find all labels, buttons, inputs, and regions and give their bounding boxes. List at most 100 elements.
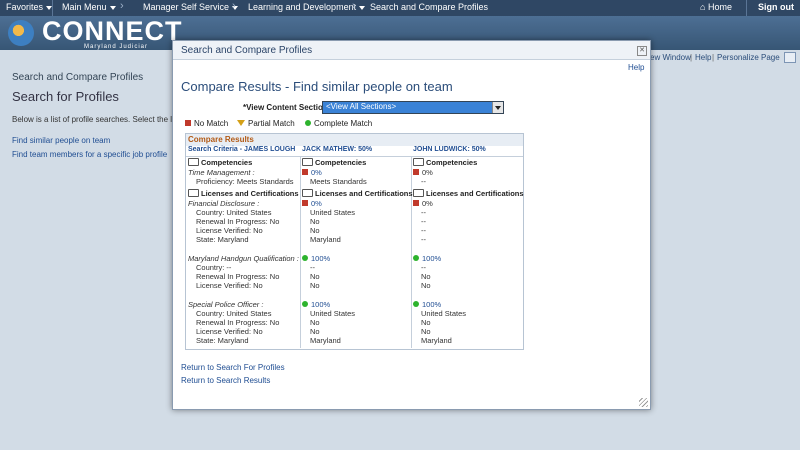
licenses-heading[interactable]: Licenses and Certifications xyxy=(302,189,413,198)
chevron-down-icon xyxy=(109,5,116,10)
view-section-select[interactable]: <View All Sections> xyxy=(322,101,504,114)
table-title-text: Compare Results xyxy=(188,135,254,144)
detail-value: Maryland xyxy=(310,336,341,345)
column-divider xyxy=(300,156,301,348)
detail-value: -- xyxy=(421,226,426,235)
detail-value: No xyxy=(421,272,431,281)
detail-value: License Verified: No xyxy=(196,281,263,290)
complete-match-icon xyxy=(302,255,308,261)
manager-self-service-label: Manager Self Service xyxy=(143,2,230,12)
detail-value: No xyxy=(310,281,320,290)
table-title: Compare Results xyxy=(186,134,523,146)
match-result[interactable]: 0% xyxy=(413,168,433,177)
licenses-heading[interactable]: Licenses and Certifications xyxy=(188,189,299,198)
legend-label: Partial Match xyxy=(248,119,295,128)
resize-handle[interactable] xyxy=(639,398,648,407)
detail-value: State: Maryland xyxy=(196,235,249,244)
column-divider xyxy=(411,156,412,348)
folder-icon xyxy=(302,158,313,166)
connect-logo-icon xyxy=(8,20,34,46)
no-match-icon xyxy=(413,200,419,206)
view-section-value: <View All Sections> xyxy=(326,102,397,111)
competencies-heading[interactable]: Competencies xyxy=(413,158,477,167)
match-result[interactable]: 100% xyxy=(302,254,330,263)
complete-match-icon xyxy=(305,120,311,126)
partial-match-icon xyxy=(237,120,245,126)
detail-value: -- xyxy=(310,263,315,272)
detail-value: No xyxy=(421,281,431,290)
match-result[interactable]: 100% xyxy=(302,300,330,309)
home-link[interactable]: ⌂ Home xyxy=(700,2,732,12)
new-window-link[interactable]: ew Window xyxy=(650,53,691,62)
detail-value: Country: United States xyxy=(196,309,272,318)
competencies-heading[interactable]: Competencies xyxy=(302,158,366,167)
section-label: Competencies xyxy=(315,158,367,167)
column-header[interactable]: JOHN LUDWICK: 50% xyxy=(413,146,486,156)
modal-help-link[interactable]: Help xyxy=(628,63,644,72)
competencies-heading[interactable]: Competencies xyxy=(188,158,252,167)
brand-title: CONNECT xyxy=(42,16,183,46)
detail-value: No xyxy=(310,272,320,281)
detail-value: Country: United States xyxy=(196,208,272,217)
favorites-label: Favorites xyxy=(6,2,44,12)
detail-value: United States xyxy=(421,309,467,318)
chevron-down-icon xyxy=(359,5,366,10)
detail-value: No xyxy=(421,318,431,327)
nav-divider xyxy=(746,0,747,16)
personalize-page-link[interactable]: Personalize Page xyxy=(717,53,780,62)
match-result[interactable]: 0% xyxy=(302,199,322,208)
folder-icon xyxy=(188,158,199,166)
detail-value: State: Maryland xyxy=(196,336,249,345)
chevron-down-icon[interactable] xyxy=(492,102,503,113)
page-options-icon[interactable] xyxy=(784,52,796,63)
folder-icon xyxy=(413,189,424,197)
match-percent: 100% xyxy=(422,300,442,309)
breadcrumb-current: Search and Compare Profiles xyxy=(370,2,489,12)
match-result[interactable]: 100% xyxy=(413,254,441,263)
match-result[interactable]: 100% xyxy=(413,300,441,309)
detail-value: -- xyxy=(421,263,426,272)
detail-value: -- xyxy=(421,177,426,186)
util-divider: | xyxy=(712,53,715,62)
criteria-item: Maryland Handgun Qualification : xyxy=(188,254,299,263)
licenses-heading[interactable]: Licenses and Certifications xyxy=(413,189,524,198)
detail-value: Proficiency: Meets Standards xyxy=(196,177,294,186)
main-menu[interactable]: Main Menu xyxy=(62,2,116,12)
no-match-icon xyxy=(413,169,419,175)
compare-modal: Search and Compare Profiles ✕ Help Compa… xyxy=(172,40,651,410)
return-results-link[interactable]: Return to Search Results xyxy=(181,376,270,385)
learning-menu[interactable]: Learning and Development xyxy=(248,2,366,12)
match-result[interactable]: 0% xyxy=(413,199,433,208)
top-nav-bar: Favorites Main Menu › Manager Self Servi… xyxy=(0,0,800,16)
util-divider: | xyxy=(690,53,693,62)
home-icon: ⌂ xyxy=(700,2,706,12)
find-similar-people-link[interactable]: Find similar people on team xyxy=(12,136,110,145)
sign-out-link[interactable]: Sign out xyxy=(758,2,794,12)
complete-match-icon xyxy=(413,301,419,307)
legend-label: Complete Match xyxy=(314,119,373,128)
close-icon[interactable]: ✕ xyxy=(637,46,647,56)
legend-partial: Partial Match xyxy=(237,119,295,128)
detail-value: No xyxy=(310,217,320,226)
detail-value: No xyxy=(421,327,431,336)
column-header[interactable]: JACK MATHEW: 50% xyxy=(302,146,372,156)
match-result[interactable]: 0% xyxy=(302,168,322,177)
column-header[interactable]: Search Criteria - JAMES LOUGH xyxy=(188,146,295,156)
manager-self-service-menu[interactable]: Manager Self Service xyxy=(143,2,239,12)
detail-value: Renewal In Progress: No xyxy=(196,318,280,327)
favorites-menu[interactable]: Favorites xyxy=(6,2,53,12)
help-link[interactable]: Help xyxy=(695,53,711,62)
compare-results-table: Compare Results Search Criteria - JAMES … xyxy=(185,133,524,350)
match-percent: 0% xyxy=(422,199,433,208)
modal-header: Search and Compare Profiles ✕ xyxy=(173,41,650,60)
modal-title: Search and Compare Profiles xyxy=(181,45,313,56)
criteria-item: Financial Disclosure : xyxy=(188,199,260,208)
folder-icon xyxy=(302,189,313,197)
find-team-members-link[interactable]: Find team members for a specific job pro… xyxy=(12,150,167,159)
return-search-link[interactable]: Return to Search For Profiles xyxy=(181,363,285,372)
section-label: Licenses and Certifications xyxy=(315,189,413,198)
page-title: Search for Profiles xyxy=(12,89,119,104)
table-divider xyxy=(186,156,523,157)
breadcrumb-separator-icon: › xyxy=(232,0,236,12)
home-label: Home xyxy=(707,2,732,12)
